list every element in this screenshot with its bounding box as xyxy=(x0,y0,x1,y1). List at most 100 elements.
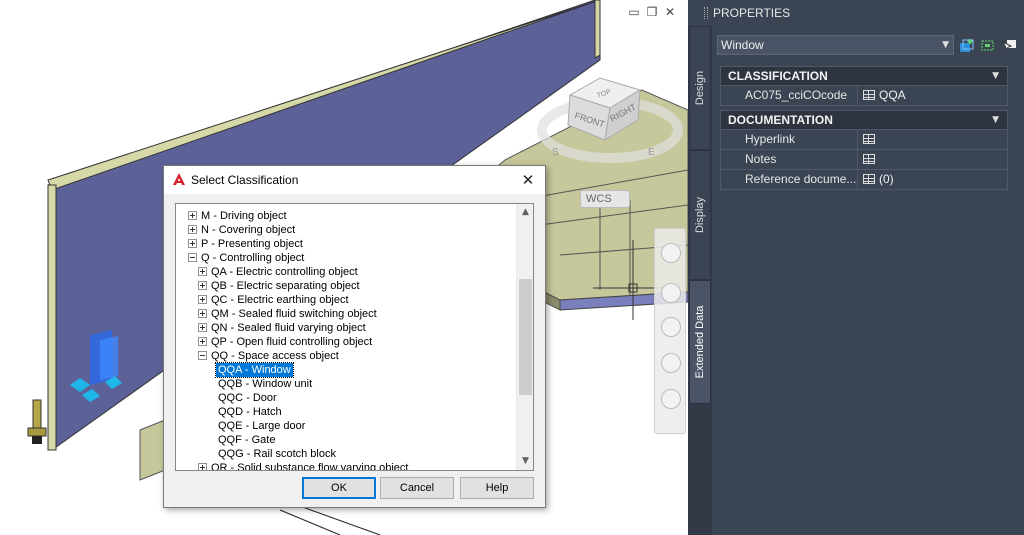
tab-extended-data[interactable]: Extended Data xyxy=(689,280,711,404)
tree-item-label: QQD - Hatch xyxy=(218,406,282,418)
classification-section-title: CLASSIFICATION xyxy=(728,69,828,83)
tree-item-label: QQF - Gate xyxy=(218,434,276,446)
properties-tabs: Design Display Extended Data xyxy=(688,26,712,535)
tree-item[interactable]: QM - Sealed fluid switching object xyxy=(198,307,379,321)
table-icon xyxy=(863,153,875,164)
autocad-app-icon xyxy=(173,173,185,185)
tree-item[interactable]: QQB - Window unit xyxy=(216,377,314,391)
expand-icon[interactable] xyxy=(188,238,197,248)
wcs-label: WCS xyxy=(586,193,612,205)
close-icon[interactable]: ✕ xyxy=(664,6,676,18)
cancel-button[interactable]: Cancel xyxy=(380,477,454,499)
properties-header[interactable]: PROPERTIES xyxy=(688,0,1024,26)
expand-icon[interactable] xyxy=(198,266,207,276)
tree-item-label: M - Driving object xyxy=(201,210,287,222)
tree-item-label: QQ - Space access object xyxy=(211,350,339,362)
property-value[interactable] xyxy=(863,130,879,149)
table-icon xyxy=(863,133,875,144)
tree-item-label: QN - Sealed fluid varying object xyxy=(211,322,366,334)
tree-item[interactable]: QP - Open fluid controlling object xyxy=(198,335,374,349)
tree-item[interactable]: P - Presenting object xyxy=(188,237,305,251)
tree-item[interactable]: Q - Controlling object xyxy=(188,251,306,265)
object-type-select[interactable]: Window ▼ xyxy=(717,35,954,55)
collapse-icon: ▼ xyxy=(992,71,999,81)
expand-icon[interactable] xyxy=(188,210,197,220)
tree-item-label: QQA - Window xyxy=(215,362,294,378)
tree-item[interactable]: QQC - Door xyxy=(216,391,279,405)
scroll-up-icon[interactable]: ▲ xyxy=(517,204,533,221)
tree-item-label: QQE - Large door xyxy=(218,420,306,432)
tree-item-label: QP - Open fluid controlling object xyxy=(211,336,373,348)
wcs-menu[interactable]: WCS xyxy=(580,190,630,208)
tree-scrollbar[interactable]: ▲ ▼ xyxy=(516,204,533,470)
tree-item[interactable]: N - Covering object xyxy=(188,223,297,237)
dialog-titlebar[interactable]: Select Classification ✕ xyxy=(164,166,545,194)
property-value[interactable] xyxy=(863,150,879,169)
tree-item[interactable]: QQD - Hatch xyxy=(216,405,284,419)
tree-item-label: QQG - Rail scotch block xyxy=(218,448,336,460)
select-objects-icon[interactable] xyxy=(980,38,996,54)
collapse-icon[interactable] xyxy=(188,252,197,262)
tree-item-label: QB - Electric separating object xyxy=(211,280,360,292)
add-selected-icon[interactable] xyxy=(959,38,975,54)
documentation-section-title: DOCUMENTATION xyxy=(728,113,833,127)
property-row-classification-code[interactable]: AC075_cciCOcode QQA xyxy=(720,86,1008,106)
tree-item[interactable]: QB - Electric separating object xyxy=(198,279,362,293)
tab-display[interactable]: Display xyxy=(689,150,711,280)
tree-item[interactable]: QA - Electric controlling object xyxy=(198,265,360,279)
orbit-icon[interactable] xyxy=(661,353,681,373)
showmotion-icon[interactable] xyxy=(661,389,681,409)
viewport-window-controls: ▭ ❐ ✕ xyxy=(628,6,676,18)
property-value[interactable]: (0) xyxy=(863,170,894,189)
property-row-reference-documents[interactable]: Reference docume... (0) xyxy=(720,170,1008,190)
expand-icon[interactable] xyxy=(198,322,207,332)
chevron-down-icon: ▼ xyxy=(942,40,949,50)
scroll-down-icon[interactable]: ▼ xyxy=(517,453,533,470)
pan-icon[interactable] xyxy=(661,283,681,303)
steering-wheel-icon[interactable] xyxy=(661,243,681,263)
property-row-notes[interactable]: Notes xyxy=(720,150,1008,170)
classification-tree[interactable]: M - Driving object N - Covering object P -… xyxy=(175,203,534,471)
tree-item[interactable]: M - Driving object xyxy=(188,209,289,223)
quick-select-icon[interactable] xyxy=(1001,38,1017,54)
expand-icon[interactable] xyxy=(198,280,207,290)
tree-item[interactable]: QQF - Gate xyxy=(216,433,277,447)
tab-design[interactable]: Design xyxy=(689,26,711,150)
table-icon xyxy=(863,89,875,100)
dialog-title: Select Classification xyxy=(191,173,299,187)
tree-item[interactable]: QQE - Large door xyxy=(216,419,307,433)
expand-icon[interactable] xyxy=(188,224,197,234)
property-value-text: QQA xyxy=(879,88,906,102)
tab-design-label: Design xyxy=(694,70,706,106)
tree-item[interactable]: QR - Solid substance flow varying object xyxy=(198,461,410,471)
grip-icon[interactable] xyxy=(704,7,708,19)
collapse-icon[interactable] xyxy=(198,350,207,360)
restore-icon[interactable]: ❐ xyxy=(646,6,658,18)
expand-icon[interactable] xyxy=(198,462,207,470)
tree-item[interactable]: QC - Electric earthing object xyxy=(198,293,351,307)
tree-item[interactable]: QN - Sealed fluid varying object xyxy=(198,321,368,335)
tree-item-label: Q - Controlling object xyxy=(201,252,305,264)
tree-item[interactable]: QQ - Space access object xyxy=(198,349,341,363)
ok-button[interactable]: OK xyxy=(302,477,376,499)
tree-item-label: QM - Sealed fluid switching object xyxy=(211,308,377,320)
tree-item-label: QR - Solid substance flow varying object xyxy=(211,462,409,471)
expand-icon[interactable] xyxy=(198,308,207,318)
documentation-section[interactable]: DOCUMENTATION ▼ xyxy=(720,110,1008,130)
tree-item[interactable]: QQA - Window xyxy=(215,362,294,378)
minimize-icon[interactable]: ▭ xyxy=(628,6,640,18)
classification-section[interactable]: CLASSIFICATION ▼ xyxy=(720,66,1008,86)
tree-item-label: QC - Electric earthing object xyxy=(211,294,349,306)
close-icon[interactable]: ✕ xyxy=(517,169,539,191)
property-name: Hyperlink xyxy=(745,130,858,149)
tree-item-label: QQC - Door xyxy=(218,392,277,404)
tree-item[interactable]: QQG - Rail scotch block xyxy=(216,447,338,461)
scroll-thumb[interactable] xyxy=(519,279,532,395)
expand-icon[interactable] xyxy=(198,336,207,346)
property-row-hyperlink[interactable]: Hyperlink xyxy=(720,130,1008,150)
property-value[interactable]: QQA xyxy=(863,86,906,105)
help-button[interactable]: Help xyxy=(460,477,534,499)
expand-icon[interactable] xyxy=(198,294,207,304)
tree-item-label: QQB - Window unit xyxy=(218,378,313,390)
zoom-icon[interactable] xyxy=(661,317,681,337)
